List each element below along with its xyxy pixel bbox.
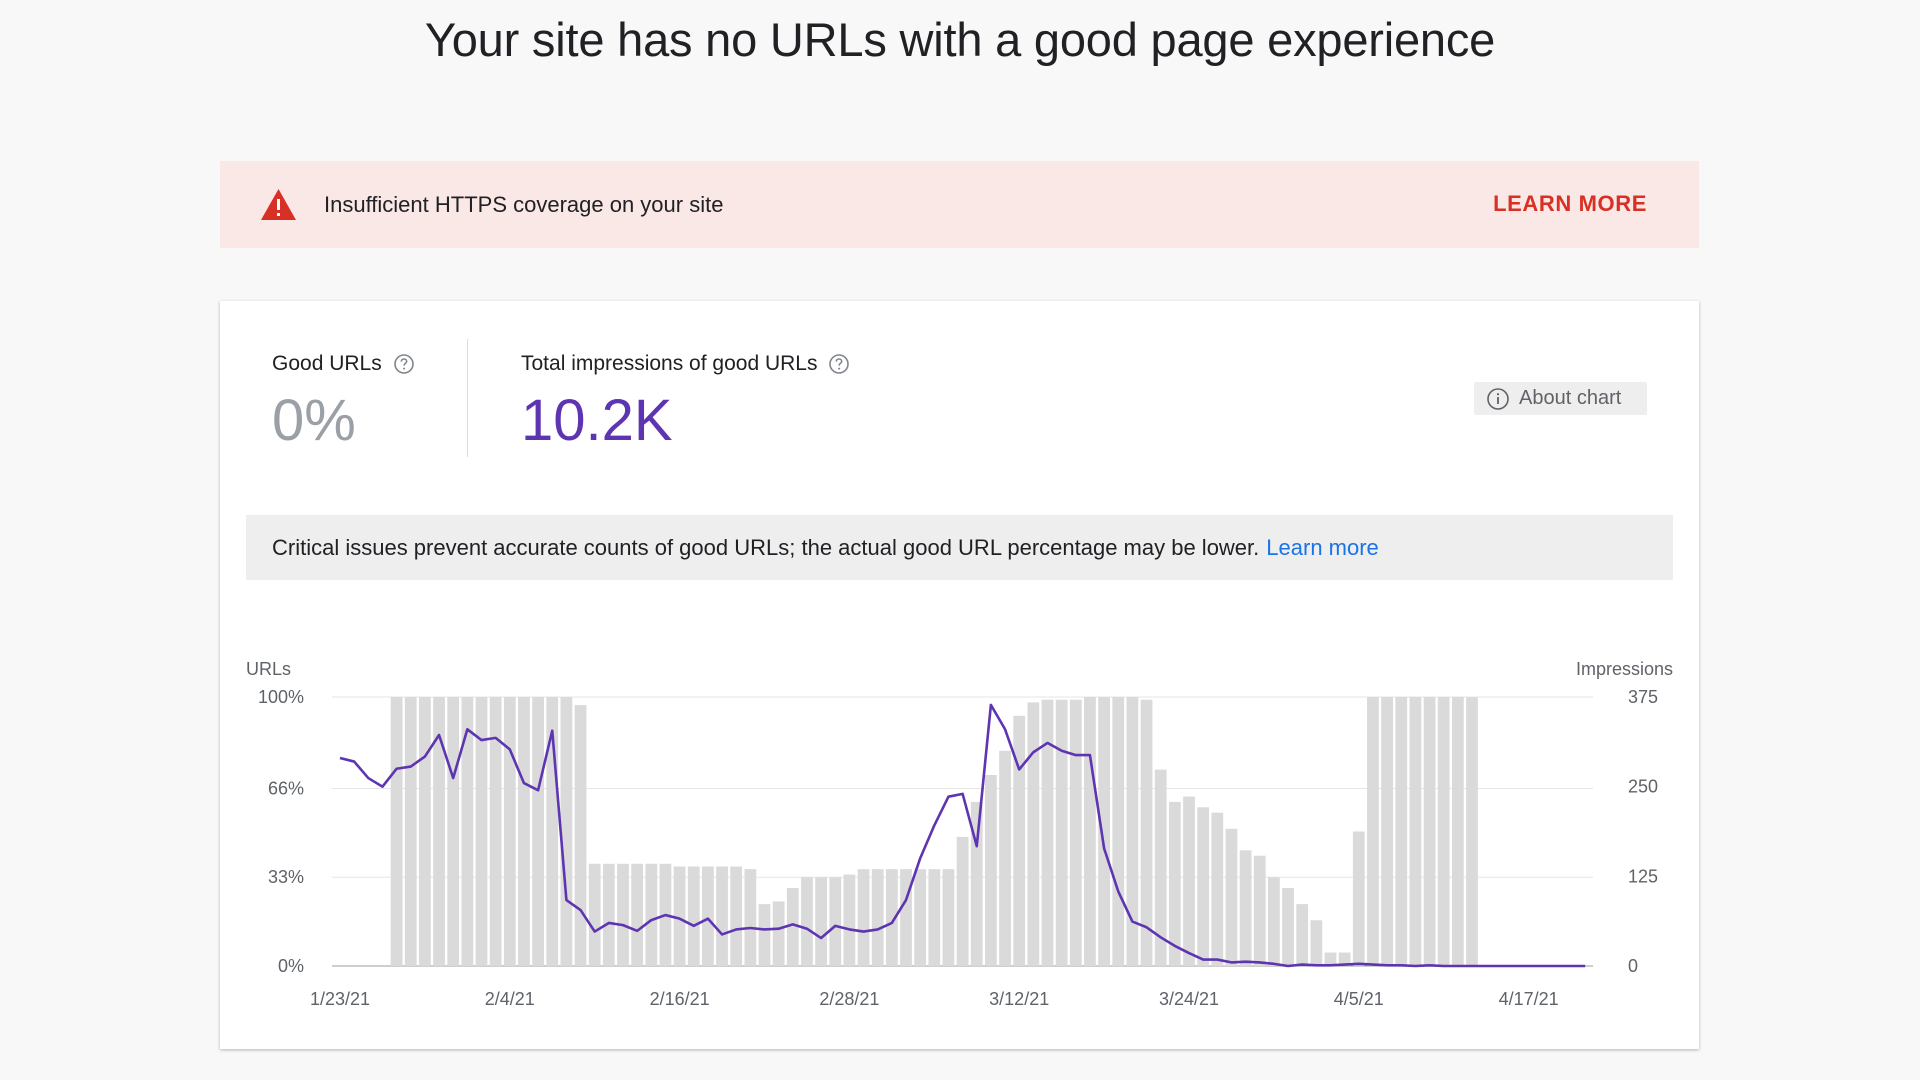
urls-bar [560, 697, 573, 966]
urls-bar [645, 863, 658, 966]
urls-bar [1197, 807, 1210, 966]
x-axis-tick: 1/23/21 [310, 989, 370, 1009]
banner-message: Insufficient HTTPS coverage on your site [324, 192, 724, 217]
urls-bar [829, 877, 842, 966]
x-axis-tick: 2/28/21 [819, 989, 879, 1009]
urls-bar [1225, 828, 1238, 966]
urls-bar [900, 869, 912, 966]
urls-bar [815, 877, 827, 966]
urls-bar [447, 697, 460, 966]
urls-bar [1395, 697, 1408, 966]
urls-bar [390, 697, 403, 966]
urls-bar [985, 775, 997, 966]
urls-bar [1253, 855, 1266, 966]
right-axis-tick: 125 [1628, 866, 1658, 886]
urls-bar [942, 869, 955, 966]
page-experience-card: Good URLs 0% Total impressions of good U… [220, 301, 1699, 1049]
right-axis-tick: 250 [1628, 777, 1658, 797]
urls-bar [999, 750, 1011, 966]
urls-bar [772, 901, 785, 966]
urls-bar [419, 697, 431, 966]
urls-bar [602, 863, 615, 966]
urls-bar [1423, 697, 1436, 966]
urls-bar [956, 836, 969, 966]
x-axis-tick: 4/17/21 [1499, 989, 1559, 1009]
x-axis-tick: 2/16/21 [650, 989, 710, 1009]
urls-bar [1409, 697, 1422, 966]
urls-bar [503, 697, 516, 966]
urls-bar [1041, 699, 1054, 966]
urls-bar [687, 866, 700, 966]
learn-more-button[interactable]: LEARN MORE [1493, 191, 1647, 217]
urls-bar [843, 874, 856, 966]
urls-bar [1055, 699, 1068, 966]
urls-bar [1381, 697, 1393, 966]
urls-bar [1282, 887, 1294, 966]
urls-bar [1239, 850, 1252, 966]
urls-bar [631, 863, 644, 966]
right-axis-tick: 375 [1628, 687, 1658, 707]
x-axis-tick: 3/12/21 [989, 989, 1049, 1009]
left-axis-tick: 100% [258, 687, 304, 707]
urls-bar [702, 866, 714, 966]
left-axis-tick: 33% [268, 867, 304, 887]
urls-bar [730, 866, 743, 966]
urls-bar [532, 697, 544, 966]
urls-bar [1466, 697, 1478, 966]
x-axis-tick: 4/5/21 [1334, 989, 1384, 1009]
urls-bar [1112, 697, 1125, 966]
left-axis-tick: 0% [278, 956, 304, 976]
urls-bar [1437, 697, 1450, 966]
https-warning-banner: Insufficient HTTPS coverage on your site… [220, 161, 1699, 248]
urls-bar [518, 697, 530, 966]
urls-bar [574, 705, 587, 966]
urls-bar [744, 869, 757, 966]
urls-bar [617, 863, 629, 966]
urls-bar [1352, 831, 1365, 966]
urls-bar [857, 869, 870, 966]
right-axis-tick: 0 [1628, 956, 1638, 976]
urls-bar [461, 697, 474, 966]
left-axis-title: URLs [246, 659, 291, 679]
left-axis-tick: 66% [268, 778, 304, 798]
urls-bar [1168, 801, 1181, 966]
x-axis-tick: 2/4/21 [485, 989, 535, 1009]
urls-bar [1367, 697, 1379, 966]
urls-bar [1027, 702, 1040, 966]
urls-bar [1183, 796, 1195, 966]
urls-bar [1098, 697, 1110, 966]
right-axis-title: Impressions [1576, 659, 1673, 679]
urls-bar [758, 904, 771, 966]
urls-bar [1084, 697, 1096, 966]
urls-bar [1211, 812, 1224, 966]
x-axis-tick: 3/24/21 [1159, 989, 1219, 1009]
urls-bar [1013, 715, 1026, 966]
urls-bar [871, 869, 884, 966]
urls-bar [1126, 697, 1139, 966]
urls-bar [716, 866, 728, 966]
page-title: Your site has no URLs with a good page e… [424, 13, 1496, 66]
good-urls-chart: URLs Impressions 100% 66% 33% 0% 375 250 125 0 1… [246, 659, 1673, 1009]
urls-bar [1296, 904, 1309, 966]
urls-bar [1268, 877, 1280, 966]
urls-bar [1069, 699, 1082, 966]
urls-bar [673, 866, 686, 966]
urls-bar [928, 869, 941, 966]
warning-triangle-icon [261, 189, 296, 220]
urls-bar [1310, 920, 1323, 966]
urls-bar [1451, 697, 1464, 966]
urls-bar [914, 869, 927, 966]
urls-bar [404, 697, 417, 966]
urls-bar [588, 863, 601, 966]
urls-bar [801, 877, 813, 966]
